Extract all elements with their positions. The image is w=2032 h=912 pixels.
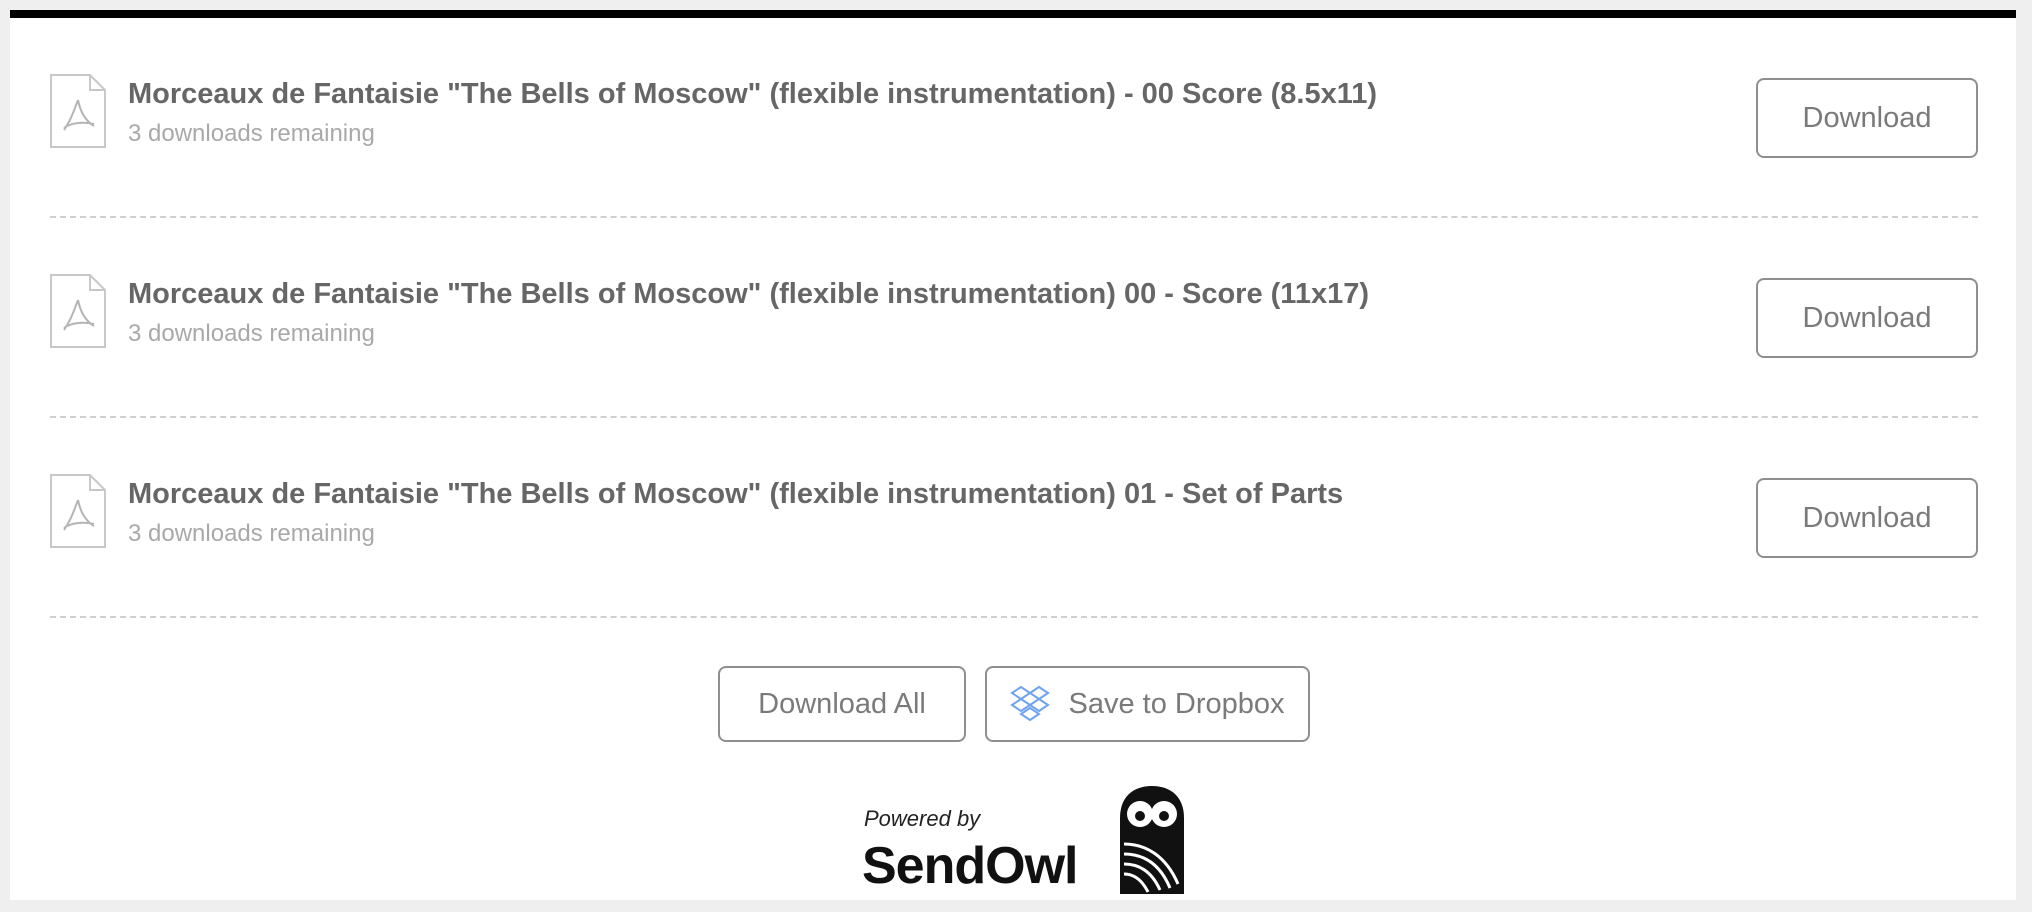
file-row: Morceaux de Fantaisie "The Bells of Mosc… bbox=[50, 18, 1978, 218]
download-all-button[interactable]: Download All bbox=[718, 666, 966, 742]
file-row: Morceaux de Fantaisie "The Bells of Mosc… bbox=[50, 418, 1978, 618]
owl-logo-icon bbox=[1120, 786, 1184, 894]
pdf-file-icon bbox=[50, 274, 106, 348]
pdf-file-icon bbox=[50, 74, 106, 148]
save-to-dropbox-button[interactable]: Save to Dropbox bbox=[985, 666, 1310, 742]
file-title[interactable]: Morceaux de Fantaisie "The Bells of Mosc… bbox=[128, 78, 1377, 111]
pdf-file-icon bbox=[50, 474, 106, 548]
powered-by-sendowl[interactable]: Powered by SendOwl bbox=[854, 784, 1184, 896]
powered-by-text: Powered by bbox=[864, 806, 981, 831]
downloads-panel: Morceaux de Fantaisie "The Bells of Mosc… bbox=[10, 10, 2016, 900]
file-row: Morceaux de Fantaisie "The Bells of Mosc… bbox=[50, 218, 1978, 418]
dropbox-icon bbox=[1010, 685, 1051, 722]
downloads-remaining: 3 downloads remaining bbox=[128, 120, 375, 147]
download-button[interactable]: Download bbox=[1756, 78, 1978, 158]
brand-name: SendOwl bbox=[862, 837, 1078, 895]
download-button[interactable]: Download bbox=[1756, 478, 1978, 558]
bulk-actions: Download All Save to Dropbox bbox=[10, 666, 2016, 742]
downloads-remaining: 3 downloads remaining bbox=[128, 520, 375, 547]
save-to-dropbox-label: Save to Dropbox bbox=[1068, 687, 1285, 720]
file-title[interactable]: Morceaux de Fantaisie "The Bells of Mosc… bbox=[128, 278, 1369, 311]
download-button[interactable]: Download bbox=[1756, 278, 1978, 358]
file-title[interactable]: Morceaux de Fantaisie "The Bells of Mosc… bbox=[128, 478, 1343, 511]
downloads-remaining: 3 downloads remaining bbox=[128, 320, 375, 347]
